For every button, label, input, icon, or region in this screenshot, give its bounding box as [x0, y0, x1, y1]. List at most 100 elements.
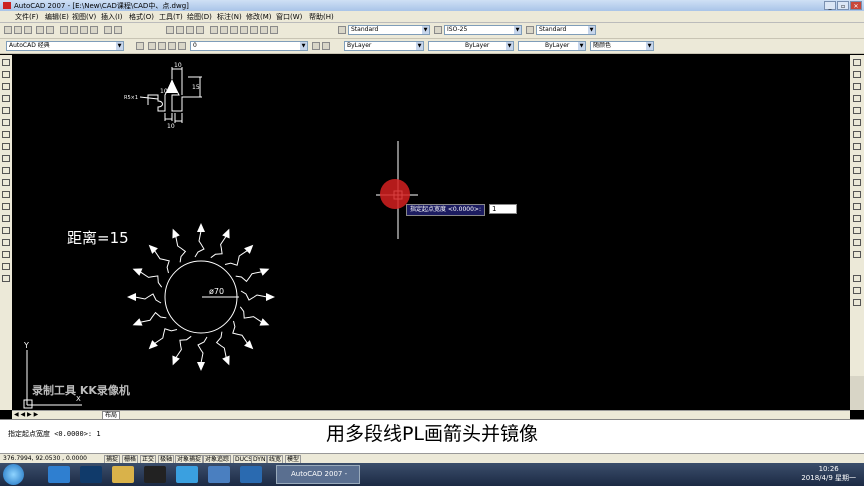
drawing-canvas[interactable]: 10 15 10 10 R5×1 ø70 Y X 距离=15 指定起点宽度 <0…	[12, 55, 850, 410]
workspace-select[interactable]: AutoCAD 经典 ▼	[6, 41, 124, 51]
menu-view[interactable]: 视图(V)	[72, 12, 96, 22]
cut-icon[interactable]	[60, 26, 68, 34]
polyline-icon[interactable]	[2, 83, 10, 90]
paste-icon[interactable]	[80, 26, 88, 34]
print-icon[interactable]	[36, 26, 44, 34]
open-icon[interactable]	[14, 26, 22, 34]
qq-taskbar-icon[interactable]	[144, 466, 166, 483]
multiline-text-icon[interactable]	[2, 275, 10, 282]
break-icon[interactable]	[853, 203, 861, 210]
polygon-icon[interactable]	[2, 95, 10, 102]
zoom-realtime-icon[interactable]	[176, 26, 184, 34]
dock-icon[interactable]	[853, 287, 861, 294]
arc-icon[interactable]	[2, 119, 10, 126]
table-icon[interactable]	[2, 263, 10, 270]
tool-palettes-icon[interactable]	[230, 26, 238, 34]
copy-object-icon[interactable]	[853, 71, 861, 78]
insert-block-icon[interactable]	[2, 191, 10, 198]
app-taskbar-icon[interactable]	[176, 466, 198, 483]
menu-tools[interactable]: 工具(T)	[159, 12, 183, 22]
menu-window[interactable]: 窗口(W)	[276, 12, 302, 22]
ellipse-icon[interactable]	[2, 167, 10, 174]
color-select[interactable]: ByLayer ▼	[344, 41, 424, 51]
erase-icon[interactable]	[853, 59, 861, 66]
photoshop-taskbar-icon[interactable]	[80, 466, 102, 483]
help-icon[interactable]	[270, 26, 278, 34]
dynamic-input-field[interactable]: 1	[489, 204, 517, 214]
line-icon[interactable]	[2, 59, 10, 66]
revision-cloud-icon[interactable]	[2, 143, 10, 150]
markup-icon[interactable]	[250, 26, 258, 34]
mirror-icon[interactable]	[853, 83, 861, 90]
restore-button[interactable]: ▫	[837, 1, 849, 10]
extend-icon[interactable]	[853, 179, 861, 186]
layer-manager-icon[interactable]	[136, 42, 144, 50]
make-current-layer-icon[interactable]	[312, 42, 320, 50]
redo-icon[interactable]	[114, 26, 122, 34]
close-button[interactable]: ✕	[850, 1, 862, 10]
app-taskbar-icon[interactable]	[208, 466, 230, 483]
calculator-icon[interactable]	[260, 26, 268, 34]
text-style-select[interactable]: Standard ▼	[348, 25, 430, 35]
join-icon[interactable]	[853, 215, 861, 222]
rotate-icon[interactable]	[853, 131, 861, 138]
rectangle-icon[interactable]	[2, 107, 10, 114]
new-icon[interactable]	[4, 26, 12, 34]
dock-icon[interactable]	[853, 275, 861, 282]
zoom-previous-icon[interactable]	[196, 26, 204, 34]
make-block-icon[interactable]	[2, 203, 10, 210]
match-properties-icon[interactable]	[90, 26, 98, 34]
lineweight-select[interactable]: ByLayer ▼	[518, 41, 586, 51]
circle-icon[interactable]	[2, 131, 10, 138]
dock-icon[interactable]	[853, 299, 861, 306]
menu-help[interactable]: 帮助(H)	[309, 12, 334, 22]
point-icon[interactable]	[2, 215, 10, 222]
gradient-icon[interactable]	[2, 239, 10, 246]
undo-icon[interactable]	[104, 26, 112, 34]
menu-modify[interactable]: 修改(M)	[246, 12, 272, 22]
dim-style-select[interactable]: ISO-25 ▼	[444, 25, 522, 35]
layer-select[interactable]: 0 ▼	[190, 41, 308, 51]
table-style-select[interactable]: Standard ▼	[536, 25, 596, 35]
copy-icon[interactable]	[70, 26, 78, 34]
drawing-area[interactable]: 10 15 10 10 R5×1 ø70 Y X	[12, 55, 850, 410]
array-icon[interactable]	[853, 107, 861, 114]
ellipse-arc-icon[interactable]	[2, 179, 10, 186]
tab-nav-arrows[interactable]: ◀ ◀ ▶ ▶	[14, 411, 38, 418]
app-taskbar-icon[interactable]	[240, 466, 262, 483]
linetype-select[interactable]: ByLayer ▼	[428, 41, 514, 51]
menu-file[interactable]: 文件(F)	[15, 12, 39, 22]
trim-icon[interactable]	[853, 167, 861, 174]
start-button[interactable]	[3, 464, 24, 485]
preview-icon[interactable]	[46, 26, 54, 34]
menu-format[interactable]: 格式(O)	[129, 12, 154, 22]
menu-dimension[interactable]: 标注(N)	[217, 12, 242, 22]
system-clock[interactable]: 10:26 2018/4/9 星期一	[801, 465, 856, 483]
offset-icon[interactable]	[853, 95, 861, 102]
stretch-icon[interactable]	[853, 155, 861, 162]
design-center-icon[interactable]	[220, 26, 228, 34]
save-icon[interactable]	[24, 26, 32, 34]
region-icon[interactable]	[2, 251, 10, 258]
explode-icon[interactable]	[853, 251, 861, 258]
pan-icon[interactable]	[166, 26, 174, 34]
construction-line-icon[interactable]	[2, 71, 10, 78]
vertical-scrollbar[interactable]	[850, 376, 864, 410]
hatch-icon[interactable]	[2, 227, 10, 234]
spline-icon[interactable]	[2, 155, 10, 162]
autocad-app-icon[interactable]	[3, 2, 11, 9]
minimize-button[interactable]: _	[824, 1, 836, 10]
break-at-point-icon[interactable]	[853, 191, 861, 198]
zoom-window-icon[interactable]	[186, 26, 194, 34]
scale-icon[interactable]	[853, 143, 861, 150]
fillet-icon[interactable]	[853, 239, 861, 246]
explorer-taskbar-icon[interactable]	[112, 466, 134, 483]
menu-draw[interactable]: 绘图(D)	[187, 12, 212, 22]
browser-taskbar-icon[interactable]	[48, 466, 70, 483]
chamfer-icon[interactable]	[853, 227, 861, 234]
menu-insert[interactable]: 插入(I)	[101, 12, 123, 22]
menu-edit[interactable]: 编辑(E)	[45, 12, 69, 22]
sheet-set-icon[interactable]	[240, 26, 248, 34]
layer-previous-icon[interactable]	[322, 42, 330, 50]
plot-style-select[interactable]: 随颜色 ▼	[590, 41, 654, 51]
